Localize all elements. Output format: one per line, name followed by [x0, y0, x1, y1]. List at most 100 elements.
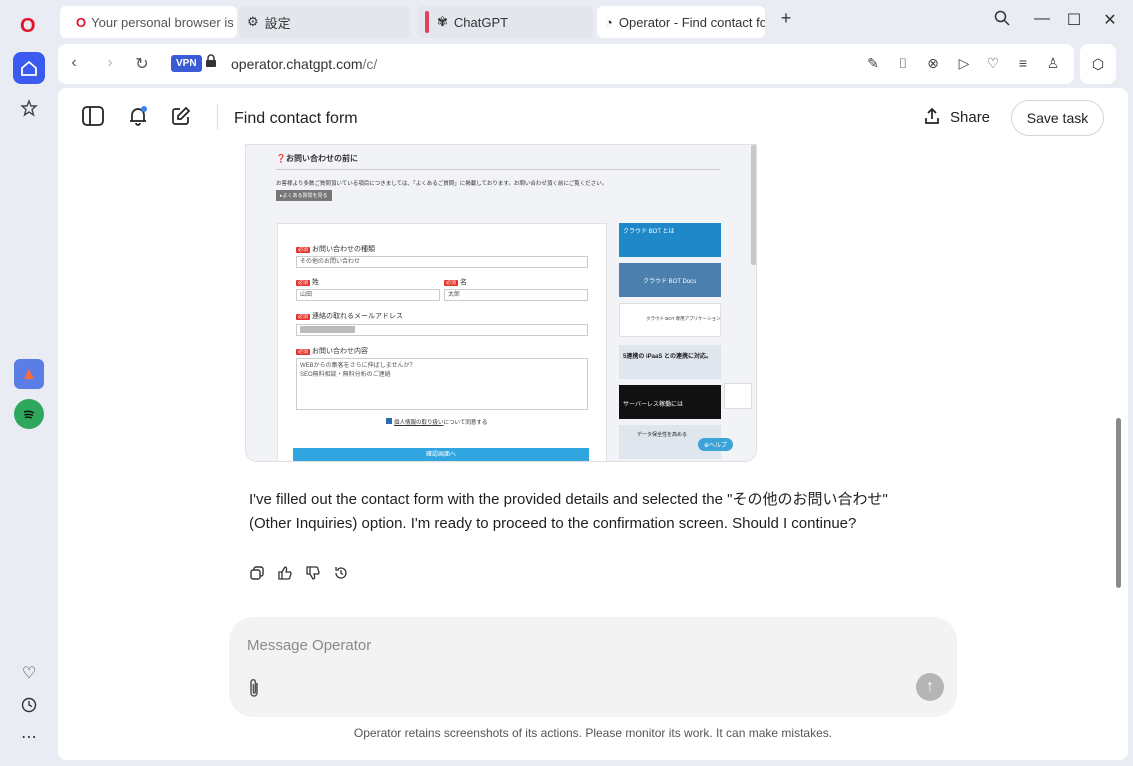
tab-chatgpt[interactable]: ✾ ChatGPT	[417, 6, 593, 38]
speed-dial-star-icon[interactable]	[13, 92, 45, 124]
last-name-field: 山田	[296, 289, 440, 301]
message-input[interactable]	[247, 633, 887, 657]
last-name-label-text: 姓	[312, 279, 320, 286]
adblock-icon[interactable]: ⊗	[924, 55, 942, 72]
last-name-label: 必須姓	[296, 277, 319, 287]
banner-docs: クラウド BOT Docs	[619, 263, 721, 297]
operator-icon: ◔	[605, 14, 613, 30]
section-title-text: お問い合わせの前に	[285, 154, 358, 163]
snapshot-edit-icon[interactable]: ✎	[864, 55, 882, 72]
inquiry-type-label-text: お問い合わせの種類	[312, 246, 376, 253]
operator-panel: Find contact form Share Save task ❓お問い合わ…	[58, 88, 1128, 760]
inquiry-type-label: 必須 お問い合わせの種類	[296, 244, 375, 254]
email-field	[296, 324, 588, 336]
inquiry-type-select: その他のお問い合わせ	[296, 256, 588, 268]
banner-text: クラウド BOT とは	[623, 229, 675, 235]
history-clock-icon[interactable]	[13, 689, 45, 721]
rewind-history-icon[interactable]	[333, 566, 349, 583]
intro-text: お客様より多数ご質問頂いている項目につきましては、「よくあるご質問」に掲載してお…	[276, 181, 608, 187]
privacy-link: 個人情報の取り扱い	[394, 420, 444, 426]
help-button: ⊕ヘルプ	[698, 438, 734, 451]
thumbs-up-icon[interactable]	[277, 566, 293, 583]
first-name-field: 太郎	[444, 289, 588, 301]
bookmark-heart-icon[interactable]: ♡	[984, 55, 1002, 72]
required-badge: 必須	[296, 247, 311, 253]
email-redacted-block	[300, 326, 355, 333]
task-title: Find contact form	[234, 110, 358, 127]
search-tabs-icon[interactable]	[990, 10, 1014, 31]
message-label-text: お問い合わせ内容	[312, 348, 369, 355]
thumbs-down-icon[interactable]	[305, 566, 321, 583]
screenshot-scrollbar	[751, 145, 756, 265]
banner-text: データ保全性を高める	[637, 432, 688, 438]
tab-label: Your personal browser is a	[91, 14, 237, 30]
send-arrow-icon[interactable]: ↑	[916, 673, 944, 701]
url-path: /c/	[362, 56, 378, 72]
url-host: operator.chatgpt.com	[231, 56, 363, 72]
save-task-button[interactable]: Save task	[1011, 100, 1104, 136]
profile-icon[interactable]: ♙	[1044, 55, 1062, 72]
email-label: 必須 連絡の取れるメールアドレス	[296, 311, 403, 321]
reload-icon[interactable]: ↻	[132, 54, 152, 74]
url-field[interactable]: operator.chatgpt.com/c/	[231, 56, 377, 72]
copy-icon[interactable]	[249, 566, 265, 583]
banner-text: クラウド BOT 専用アプリケーション	[646, 316, 721, 321]
vpn-badge[interactable]: VPN	[171, 55, 202, 72]
sidebar-toggle-icon[interactable]	[82, 106, 104, 131]
tab-opera[interactable]: O Your personal browser is a	[60, 6, 237, 38]
gear-icon: ⚙	[247, 14, 259, 29]
tab-label: ChatGPT	[453, 14, 509, 30]
app-launcher-icon[interactable]	[14, 359, 44, 389]
close-window-icon[interactable]: ✕	[1098, 10, 1122, 30]
section-rule	[276, 169, 720, 170]
banner-text: 5連携の iPaaS との連携に対応。	[623, 354, 712, 360]
tab-label: Operator - Find contact fo	[618, 14, 765, 30]
new-task-edit-icon[interactable]	[171, 106, 191, 131]
openai-icon: ✾	[437, 14, 448, 29]
easy-setup-icon[interactable]: ≡	[1014, 55, 1032, 71]
spotify-icon[interactable]	[14, 399, 44, 429]
share-button[interactable]: Share	[924, 107, 990, 126]
send-flow-icon[interactable]: ▷	[955, 55, 973, 72]
camera-icon[interactable]: ⌷	[894, 55, 912, 72]
checkbox-checked-icon	[386, 418, 392, 424]
message-line: SEO無料相談・無料分析のご連絡	[300, 372, 391, 378]
recaptcha-badge	[724, 383, 752, 409]
required-badge: 必須	[444, 280, 459, 286]
assistant-message: I've filled out the contact form with th…	[249, 491, 888, 532]
extensions-cube-icon[interactable]: ⬡	[1080, 44, 1116, 84]
new-tab-button[interactable]: +	[774, 8, 798, 29]
forward-icon[interactable]: ›	[100, 54, 120, 72]
home-icon[interactable]	[13, 52, 45, 84]
help-label: ヘルプ	[709, 443, 728, 449]
tab-operator[interactable]: ◔ Operator - Find contact fo	[597, 6, 765, 38]
back-icon[interactable]: ‹	[64, 54, 84, 72]
more-options-icon[interactable]: ⋯	[13, 721, 45, 753]
required-badge: 必須	[296, 280, 311, 286]
contact-form: 必須 お問い合わせの種類 その他のお問い合わせ 必須姓 山田 必須名 太郎 必須連…	[277, 223, 607, 461]
banner-serverless: サーバーレス稼働には	[619, 385, 721, 419]
tab-settings[interactable]: ⚙ 設定	[239, 6, 410, 38]
first-name-label: 必須名	[444, 277, 467, 287]
email-label-text: 連絡の取れるメールアドレス	[312, 313, 404, 320]
notifications-bell-icon[interactable]	[128, 106, 148, 131]
opera-icon: O	[76, 14, 87, 30]
lock-icon[interactable]	[202, 54, 220, 71]
required-badge: 必須	[296, 314, 311, 320]
disclaimer-text: Operator retains screenshots of its acti…	[353, 726, 833, 740]
message-composer: ↑	[229, 617, 957, 717]
opera-logo-icon[interactable]: O	[20, 15, 36, 38]
page-scrollbar[interactable]	[1116, 418, 1121, 588]
paperclip-attach-icon[interactable]	[247, 677, 261, 704]
opera-sidebar: O ♡ ⋯	[0, 0, 56, 766]
required-badge: 必須	[296, 349, 311, 355]
privacy-suffix: について同意する	[443, 420, 488, 426]
share-upload-icon	[925, 107, 939, 124]
maximize-icon[interactable]: ☐	[1062, 10, 1086, 30]
minimize-icon[interactable]: —	[1030, 10, 1054, 28]
faq-button: ▸よくある質問を見る	[276, 190, 332, 201]
tab-label: 設定	[264, 15, 291, 31]
favorites-heart-icon[interactable]: ♡	[13, 657, 45, 689]
header-divider	[217, 104, 218, 130]
tab-accent-bar	[425, 11, 429, 33]
